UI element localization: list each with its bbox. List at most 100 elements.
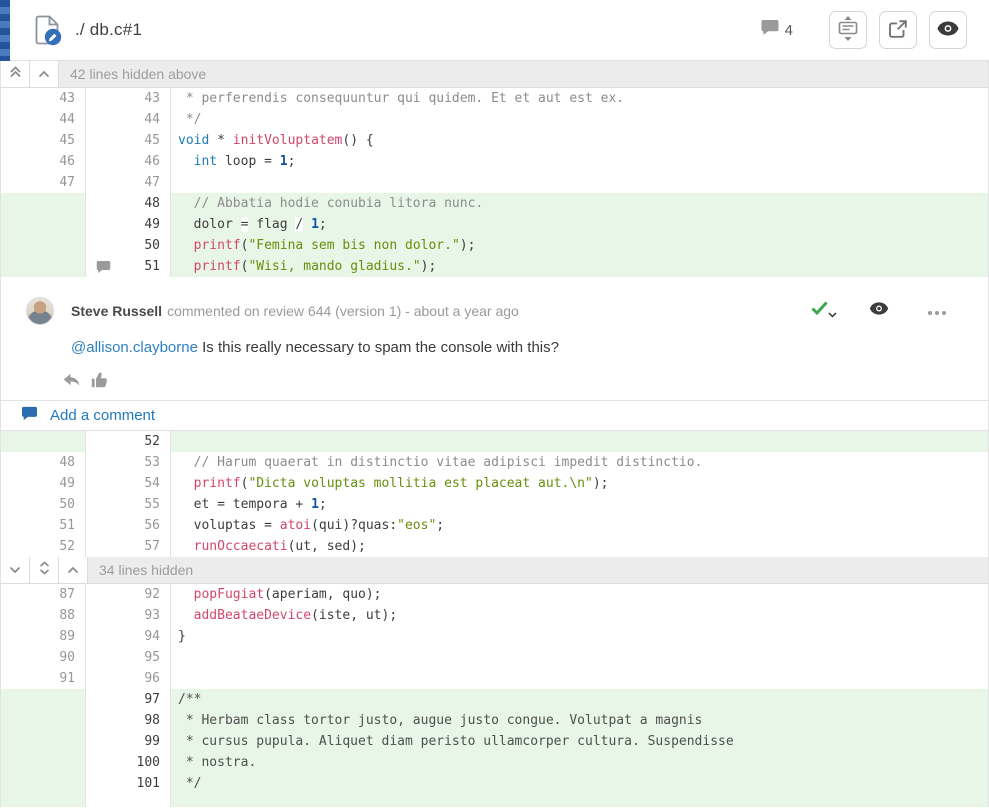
new-line-number[interactable]: 101 bbox=[86, 773, 171, 794]
more-actions-button[interactable] bbox=[925, 302, 946, 320]
old-line-number[interactable]: 50 bbox=[1, 494, 86, 515]
new-line-number[interactable]: 48 bbox=[86, 193, 171, 214]
old-line-number[interactable] bbox=[1, 214, 86, 235]
chevron-up-icon bbox=[67, 561, 79, 579]
new-line-number[interactable]: 57 bbox=[86, 536, 171, 557]
old-line-number[interactable]: 88 bbox=[1, 605, 86, 626]
old-line-number[interactable] bbox=[1, 710, 86, 731]
old-line-number[interactable]: 43 bbox=[1, 88, 86, 109]
add-comment-label: Add a comment bbox=[50, 407, 155, 424]
code-line-101: 101 */ bbox=[1, 773, 988, 794]
old-line-number[interactable]: 90 bbox=[1, 647, 86, 668]
comment-header-actions bbox=[811, 301, 964, 321]
old-line-number[interactable] bbox=[1, 431, 86, 452]
old-line-number[interactable] bbox=[1, 193, 86, 214]
chevron-down-icon bbox=[9, 561, 21, 579]
line-comment-indicator-icon[interactable] bbox=[96, 260, 111, 274]
new-line-number[interactable]: 46 bbox=[86, 151, 171, 172]
expand-all-above-button[interactable] bbox=[1, 61, 30, 87]
old-line-number[interactable]: 51 bbox=[1, 515, 86, 536]
add-comment-button[interactable]: Add a comment bbox=[1, 400, 988, 430]
code-line-97: 97/** bbox=[1, 689, 988, 710]
code-line-53: 4853 // Harum quaerat in distinctio vita… bbox=[1, 452, 988, 473]
old-line-number[interactable]: 45 bbox=[1, 130, 86, 151]
file-path-title: ./ db.c#1 bbox=[75, 20, 142, 40]
new-line-number[interactable]: 97 bbox=[86, 689, 171, 710]
new-line-number[interactable]: 51 bbox=[86, 256, 171, 277]
new-line-number[interactable]: 93 bbox=[86, 605, 171, 626]
expand-more-above-button[interactable] bbox=[30, 61, 59, 87]
resolve-button[interactable] bbox=[811, 301, 833, 321]
new-line-number[interactable]: 53 bbox=[86, 452, 171, 473]
file-diff-view: ./ db.c#1 4 bbox=[0, 0, 989, 810]
code-line-99: 99 * cursus pupula. Aliquet diam peristo… bbox=[1, 731, 988, 752]
new-line-number[interactable]: 52 bbox=[86, 431, 171, 452]
thumbs-up-button[interactable] bbox=[91, 372, 108, 388]
file-header: ./ db.c#1 4 bbox=[0, 0, 989, 61]
old-line-number[interactable]: 48 bbox=[1, 452, 86, 473]
new-line-number[interactable]: 100 bbox=[86, 752, 171, 773]
expand-below-button[interactable] bbox=[1, 557, 30, 583]
code-line-45: 4545void * initVoluptatem() { bbox=[1, 130, 988, 151]
code-text: */ bbox=[171, 773, 988, 794]
old-line-number[interactable] bbox=[1, 256, 86, 277]
old-line-number[interactable]: 46 bbox=[1, 151, 86, 172]
collapse-comments-button[interactable] bbox=[829, 11, 867, 49]
reply-button[interactable] bbox=[63, 373, 80, 387]
old-line-number[interactable] bbox=[1, 731, 86, 752]
new-line-number[interactable]: 49 bbox=[86, 214, 171, 235]
code-text: printf("Femina sem bis non dolor."); bbox=[171, 235, 988, 256]
code-text: int loop = 1; bbox=[171, 151, 988, 172]
new-line-number[interactable]: 50 bbox=[86, 235, 171, 256]
chevron-up-icon bbox=[38, 65, 50, 83]
expand-all-hidden-button[interactable] bbox=[30, 557, 59, 583]
code-line-51: 51 printf("Wisi, mando gladius."); bbox=[1, 256, 988, 277]
old-line-number[interactable] bbox=[1, 689, 86, 710]
new-line-number[interactable]: 96 bbox=[86, 668, 171, 689]
old-line-number[interactable]: 44 bbox=[1, 109, 86, 130]
code-text: } bbox=[171, 626, 988, 647]
new-line-number[interactable]: 55 bbox=[86, 494, 171, 515]
code-line-98: 98 * Herbam class tortor justo, augue ju… bbox=[1, 710, 988, 731]
old-line-number[interactable]: 47 bbox=[1, 172, 86, 193]
code-text: * perferendis consequuntur qui quidem. E… bbox=[171, 88, 988, 109]
code-line-100: 100 * nostra. bbox=[1, 752, 988, 773]
old-line-number[interactable]: 49 bbox=[1, 473, 86, 494]
expand-above-button[interactable] bbox=[59, 557, 88, 583]
new-line-number[interactable]: 47 bbox=[86, 172, 171, 193]
code-text: * cursus pupula. Aliquet diam peristo ul… bbox=[171, 731, 988, 752]
file-comment-count[interactable]: 4 bbox=[760, 19, 793, 41]
old-line-number[interactable] bbox=[1, 752, 86, 773]
new-line-number[interactable]: 45 bbox=[86, 130, 171, 151]
new-line-number[interactable]: 92 bbox=[86, 584, 171, 605]
comment-meta: commented on review 644 (version 1) - ab… bbox=[167, 303, 519, 319]
double-chevron-up-icon bbox=[9, 65, 22, 83]
new-line-number[interactable]: 95 bbox=[86, 647, 171, 668]
old-line-number[interactable]: 91 bbox=[1, 668, 86, 689]
new-line-number[interactable]: 43 bbox=[86, 88, 171, 109]
code-text: // Abbatia hodie conubia litora nunc. bbox=[171, 193, 988, 214]
comment-author: Steve Russell bbox=[71, 303, 162, 319]
open-external-button[interactable] bbox=[879, 11, 917, 49]
code-line-50: 50 printf("Femina sem bis non dolor."); bbox=[1, 235, 988, 256]
code-line-92: 8792 popFugiat(aperiam, quo); bbox=[1, 584, 988, 605]
code-text bbox=[171, 172, 988, 193]
old-line-number[interactable]: 89 bbox=[1, 626, 86, 647]
new-line-number[interactable]: 98 bbox=[86, 710, 171, 731]
new-line-number[interactable]: 44 bbox=[86, 109, 171, 130]
new-line-number[interactable]: 94 bbox=[86, 626, 171, 647]
old-line-number bbox=[1, 794, 86, 807]
mention-link[interactable]: @allison.clayborne bbox=[71, 339, 198, 356]
new-line-number[interactable]: 54 bbox=[86, 473, 171, 494]
code-text: popFugiat(aperiam, quo); bbox=[171, 584, 988, 605]
old-line-number[interactable] bbox=[1, 773, 86, 794]
old-line-number[interactable] bbox=[1, 235, 86, 256]
old-line-number[interactable]: 52 bbox=[1, 536, 86, 557]
hidden-lines-label-top: 42 lines hidden above bbox=[59, 61, 988, 87]
code-text: addBeataeDevice(iste, ut); bbox=[171, 605, 988, 626]
new-line-number[interactable]: 56 bbox=[86, 515, 171, 536]
new-line-number[interactable]: 99 bbox=[86, 731, 171, 752]
toggle-visibility-button[interactable] bbox=[929, 11, 967, 49]
watch-comment-button[interactable] bbox=[869, 302, 889, 320]
old-line-number[interactable]: 87 bbox=[1, 584, 86, 605]
